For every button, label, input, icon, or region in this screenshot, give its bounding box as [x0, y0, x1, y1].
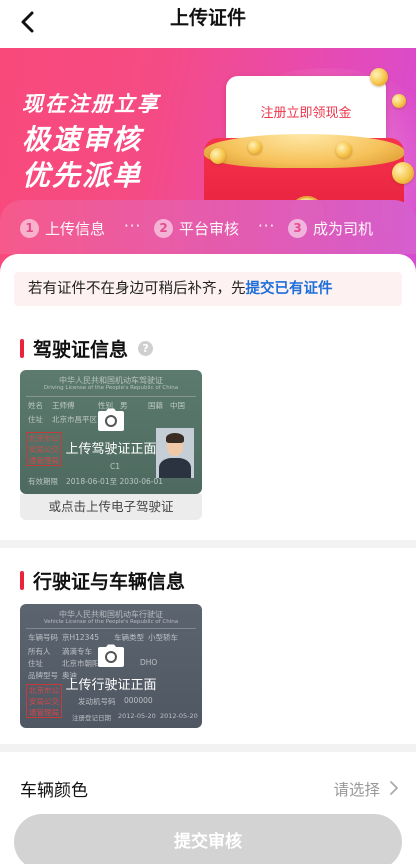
- upload-e-license-link[interactable]: 或点击上传电子驾驶证: [20, 494, 202, 520]
- coupon-text: 注册立即领现金: [260, 106, 352, 121]
- driver-license-section: 若有证件不在身边可稍后补齐，先提交已有证件 驾驶证信息 ? 中华人民共和国机动车…: [0, 254, 416, 540]
- coin-icon: [248, 140, 262, 154]
- envelope-flap: [204, 134, 404, 168]
- section-title-text: 驾驶证信息: [33, 338, 129, 361]
- doc-engine: 000000: [124, 696, 153, 705]
- step-separator: ···: [258, 217, 276, 235]
- section-title-text: 行驶证与车辆信息: [33, 570, 186, 593]
- chevron-right-icon: [390, 781, 398, 795]
- vehicle-license-upload[interactable]: 中华人民共和国机动车行驶证 Vehicle License of the Peo…: [20, 604, 202, 728]
- doc-field-label: 姓名: [28, 401, 43, 410]
- doc-issue-date: 2012-05-20: [160, 712, 198, 720]
- doc-field-label: 有效期限: [28, 477, 58, 486]
- vehicle-license-section: 行驶证与车辆信息 中华人民共和国机动车行驶证 Vehicle License o…: [0, 548, 416, 744]
- back-button[interactable]: [14, 8, 42, 36]
- step-become-driver: 3 成为司机: [288, 217, 373, 239]
- slogan-line-2: 极速审核: [22, 123, 143, 156]
- doc-field-label: 发动机号码: [78, 697, 116, 706]
- doc-address: 北京市昌平区: [52, 415, 97, 424]
- doc-nationality: 中国: [170, 401, 185, 410]
- camera-icon: [98, 644, 124, 667]
- step-number: 3: [288, 218, 307, 238]
- section-title-driver: 驾驶证信息 ?: [20, 336, 154, 361]
- step-number: 1: [20, 218, 39, 238]
- doc-name: 王师傅: [52, 401, 75, 410]
- divider: [26, 396, 196, 397]
- progress-steps: 1 上传信息 ··· 2 平台审核 ··· 3 成为司机: [0, 200, 416, 254]
- coin-icon: [392, 94, 406, 108]
- step-label: 平台审核: [179, 219, 240, 238]
- page-title: 上传证件: [169, 7, 246, 29]
- top-bar: 上传证件: [0, 0, 416, 48]
- accent-bar: [20, 570, 24, 590]
- vehicle-color-label: 车辆颜色: [20, 781, 88, 801]
- doc-subtitle: Vehicle License of the People's Republic…: [43, 619, 179, 625]
- coin-icon: [370, 68, 388, 86]
- accent-bar: [20, 338, 24, 358]
- doc-register-date: 2012-05-20: [118, 712, 156, 720]
- doc-field-label: 住址: [28, 659, 43, 668]
- doc-owner: 滴滴专车: [62, 647, 92, 656]
- slogan-line-3: 优先派单: [22, 159, 143, 192]
- vehicle-info-section: 车辆颜色 请选择 提交审核: [0, 752, 416, 864]
- doc-field-label: 车辆类型: [114, 633, 144, 642]
- step-platform-review: 2 平台审核: [154, 217, 239, 239]
- doc-vehicle-type: 小型轿车: [148, 633, 178, 642]
- step-label: 上传信息: [45, 219, 106, 238]
- submit-existing-link[interactable]: 提交已有证件: [246, 281, 333, 297]
- section-title-vehicle: 行驶证与车辆信息: [20, 568, 186, 593]
- step-separator: ···: [124, 217, 142, 235]
- notice-bar: 若有证件不在身边可稍后补齐，先提交已有证件: [14, 272, 402, 306]
- photo-body: [159, 458, 191, 478]
- notice-text: 若有证件不在身边可稍后补齐，先: [28, 281, 246, 297]
- doc-address: 北京市朝阳: [62, 659, 100, 668]
- doc-field-label: 国籍: [148, 401, 163, 410]
- coin-icon: [392, 162, 414, 184]
- coin-icon: [210, 148, 226, 164]
- step-label: 成为司机: [313, 219, 374, 238]
- driver-license-upload[interactable]: 中华人民共和国机动车驾驶证 Driving License of the Peo…: [20, 370, 202, 494]
- question-icon[interactable]: ?: [138, 340, 154, 356]
- doc-plate: 京H12345: [62, 633, 99, 642]
- camera-icon: [98, 408, 124, 431]
- doc-field-label: 注册登记日期: [72, 714, 111, 722]
- doc-valid: 2018-06-01至 2030-06-01: [66, 477, 164, 486]
- step-number: 2: [154, 218, 173, 238]
- doc-class: C1: [110, 462, 121, 471]
- divider: [26, 628, 196, 629]
- vehicle-color-value: 请选择: [333, 781, 380, 799]
- doc-field-label: 车辆号码: [28, 633, 58, 642]
- slogan-line-1: 现在注册立享: [22, 92, 160, 116]
- step-upload-info: 1 上传信息: [20, 217, 105, 239]
- doc-field-label: 住址: [28, 415, 43, 424]
- vehicle-color-select[interactable]: 车辆颜色 请选择: [0, 772, 416, 804]
- coin-icon: [336, 142, 352, 158]
- upload-label: 上传行驶证正面: [65, 678, 157, 693]
- upload-label: 上传驾驶证正面: [65, 442, 157, 457]
- doc-brand-code: DHO: [140, 658, 158, 667]
- submit-review-button[interactable]: 提交审核: [14, 814, 402, 864]
- chevron-left-icon: [21, 11, 34, 33]
- doc-field-label: 所有人: [28, 647, 51, 656]
- doc-subtitle: Driving License of the People's Republic…: [43, 385, 179, 391]
